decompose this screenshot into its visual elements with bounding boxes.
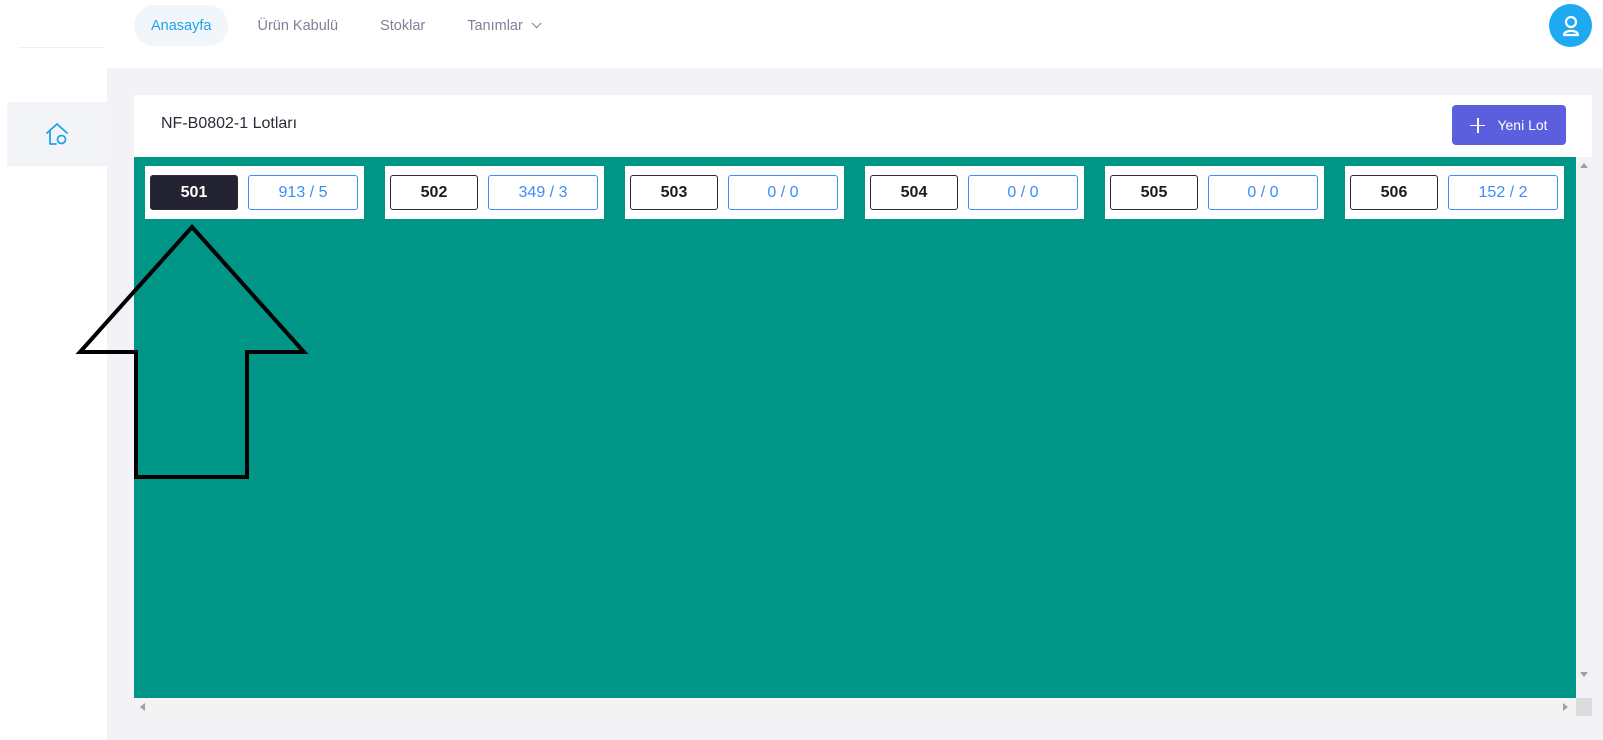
lot-quantity-button[interactable]: 0 / 0 — [968, 175, 1078, 210]
scroll-down-arrow-icon — [1580, 672, 1588, 677]
nav-item-label: Ürün Kabulü — [257, 17, 339, 34]
lot-quantity-button[interactable]: 152 / 2 — [1448, 175, 1558, 210]
new-lot-button-label: Yeni Lot — [1497, 117, 1548, 133]
lot-number-button[interactable]: 504 — [870, 175, 958, 210]
sidebar — [0, 68, 107, 740]
chevron-down-icon — [531, 18, 542, 29]
lot-quantity-button[interactable]: 0 / 0 — [1208, 175, 1318, 210]
plus-icon — [1470, 117, 1486, 133]
lot-number-button[interactable]: 506 — [1350, 175, 1438, 210]
brand-divider — [18, 47, 104, 48]
nav-item-label: Anasayfa — [151, 17, 212, 34]
card-header: NF-B0802-1 Lotları Yeni Lot — [134, 95, 1592, 157]
nav-item-stoklar[interactable]: Stoklar — [367, 5, 438, 46]
scrollbar-corner — [1576, 698, 1592, 716]
horizontal-scrollbar[interactable] — [134, 698, 1576, 716]
scroll-up-arrow-icon — [1580, 163, 1588, 168]
user-avatar[interactable] — [1549, 4, 1592, 47]
nav-item-tanimlar[interactable]: Tanımlar — [454, 5, 551, 46]
new-lot-button[interactable]: Yeni Lot — [1452, 105, 1566, 145]
nav-item-urun-kabulu[interactable]: Ürün Kabulü — [244, 5, 351, 46]
lot-number-button[interactable]: 502 — [390, 175, 478, 210]
lot-number-button[interactable]: 505 — [1110, 175, 1198, 210]
lot-board-scroll: 501 913 / 5 502 349 / 3 503 0 / 0 504 0 … — [134, 157, 1592, 716]
top-bar: Anasayfa Ürün Kabulü Stoklar Tanımlar — [0, 0, 1603, 68]
lot-card: 505 0 / 0 — [1105, 166, 1324, 219]
lot-number-button[interactable]: 501 — [150, 175, 238, 210]
lot-card: 502 349 / 3 — [385, 166, 604, 219]
lot-quantity-button[interactable]: 0 / 0 — [728, 175, 838, 210]
user-icon — [1562, 15, 1579, 36]
main-nav: Anasayfa Ürün Kabulü Stoklar Tanımlar — [134, 5, 567, 46]
vertical-scrollbar[interactable] — [1576, 157, 1592, 698]
lot-card: 501 913 / 5 — [145, 166, 364, 219]
lot-card: 506 152 / 2 — [1345, 166, 1564, 219]
lot-quantity-button[interactable]: 349 / 3 — [488, 175, 598, 210]
scroll-right-arrow-icon — [1563, 703, 1568, 711]
sidebar-item-home[interactable] — [7, 102, 107, 166]
nav-item-label: Stoklar — [380, 17, 426, 34]
lot-list: 501 913 / 5 502 349 / 3 503 0 / 0 504 0 … — [145, 166, 1564, 219]
page-title: NF-B0802-1 Lotları — [161, 115, 298, 132]
lot-card: 504 0 / 0 — [865, 166, 1084, 219]
lot-quantity-button[interactable]: 913 / 5 — [248, 175, 358, 210]
lot-card: 503 0 / 0 — [625, 166, 844, 219]
nav-item-anasayfa[interactable]: Anasayfa — [134, 5, 229, 46]
nav-item-label: Tanımlar — [467, 17, 523, 34]
lot-number-button[interactable]: 503 — [630, 175, 718, 210]
scroll-left-arrow-icon — [140, 703, 145, 711]
home-icon — [46, 123, 68, 145]
lot-board: 501 913 / 5 502 349 / 3 503 0 / 0 504 0 … — [134, 157, 1576, 698]
